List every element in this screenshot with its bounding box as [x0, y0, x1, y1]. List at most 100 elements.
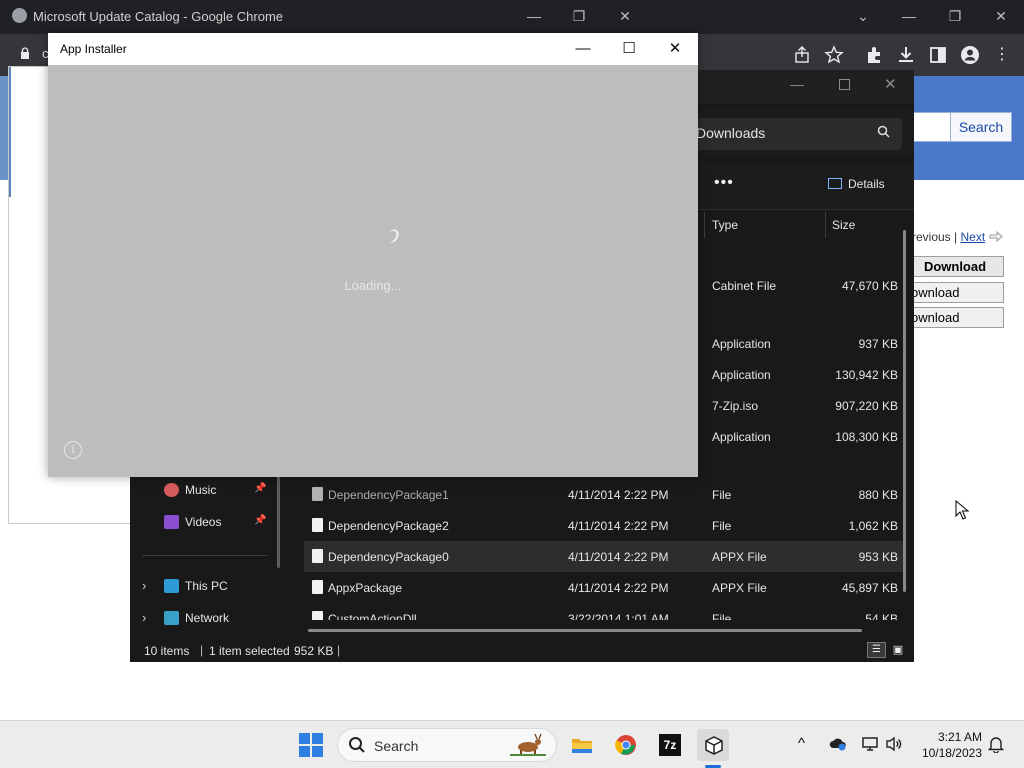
file-type: File [712, 519, 732, 533]
details-pane-icon [828, 178, 842, 189]
file-row[interactable]: DependencyPackage2 4/11/2014 2:22 PM Fil… [304, 510, 904, 541]
show-hidden-icons-chevron-icon[interactable]: ^ [798, 735, 805, 752]
file-size: 54 KB [865, 612, 898, 620]
search-icon [877, 125, 890, 138]
file-size: 108,300 KB [835, 430, 898, 444]
file-row[interactable]: CustomActionDll 3/22/2014 1:01 AM File 5… [304, 603, 904, 620]
next-arrow-icon[interactable] [989, 230, 1003, 243]
file-type: Application [712, 337, 771, 351]
pin-icon: 📌 [254, 483, 267, 494]
file-date: 4/11/2014 2:22 PM [568, 519, 669, 533]
file-type: APPX File [712, 550, 767, 564]
nav-item-label: This PC [185, 579, 228, 593]
app-installer-titlebar: App Installer — ☐ ✕ [48, 33, 698, 65]
expand-chevron-icon[interactable]: › [142, 578, 146, 593]
status-selection: 1 item selected [209, 644, 290, 658]
taskbar-file-explorer[interactable] [565, 729, 597, 761]
details-pane-button[interactable]: Details [828, 177, 885, 191]
mouse-cursor-icon [955, 500, 969, 520]
file-date: 4/11/2014 2:22 PM [568, 581, 669, 595]
lock-icon [21, 47, 29, 59]
explorer-maximize-button[interactable] [839, 79, 850, 90]
file-name: CustomActionDll [328, 612, 417, 620]
share-icon[interactable] [791, 44, 813, 66]
profile-avatar-icon[interactable] [959, 44, 981, 66]
chrome-icon [615, 735, 636, 755]
column-header-type[interactable]: Type [712, 218, 738, 232]
page-left-edge [0, 76, 8, 180]
bookmark-star-icon[interactable] [823, 44, 845, 66]
chrome-minimize-button-right[interactable]: — [895, 4, 923, 28]
status-divider: | [337, 643, 341, 657]
file-type: 7-Zip.iso [712, 399, 759, 413]
taskbar-chrome[interactable] [609, 729, 641, 761]
chrome-restore-button[interactable]: ❐ [565, 4, 593, 28]
horizontal-scrollbar[interactable] [308, 629, 862, 632]
download-button[interactable]: ownload [906, 282, 1004, 303]
details-pane-label: Details [848, 177, 885, 191]
explorer-search-box[interactable]: Downloads [696, 118, 902, 150]
taskbar-7zip[interactable]: 7z [653, 729, 685, 761]
tab-search-button[interactable]: ⌄ [849, 4, 877, 28]
status-selection-size: 952 KB [294, 644, 334, 658]
details-view-icon[interactable]: ☰ [867, 642, 886, 658]
extensions-icon[interactable] [863, 44, 885, 66]
start-button[interactable] [299, 733, 323, 757]
file-row-selected[interactable]: DependencyPackage0 4/11/2014 2:22 PM APP… [304, 541, 904, 572]
side-panel-icon[interactable] [927, 44, 949, 66]
large-icons-view-icon[interactable]: ▣ [890, 642, 906, 658]
installer-maximize-button[interactable]: ☐ [614, 37, 644, 61]
file-size: 937 KB [858, 337, 898, 351]
file-size: 45,897 KB [841, 581, 898, 595]
vertical-scrollbar[interactable] [903, 230, 906, 592]
chrome-close-button-right[interactable]: ✕ [987, 4, 1015, 28]
explorer-minimize-button[interactable]: — [790, 76, 804, 92]
file-row[interactable]: DependencyPackage1 4/11/2014 2:22 PM Fil… [304, 479, 904, 510]
volume-icon[interactable] [885, 735, 903, 753]
music-icon [164, 483, 179, 497]
chrome-close-button[interactable]: ✕ [611, 4, 639, 28]
column-header-size[interactable]: Size [832, 218, 855, 232]
file-type: File [712, 488, 732, 502]
taskbar-search-box[interactable]: Search [337, 728, 557, 762]
nav-item-network[interactable]: › Network [130, 608, 280, 630]
chrome-minimize-button[interactable]: — [520, 4, 548, 28]
download-column-header: Download [906, 256, 1004, 277]
pager-previous[interactable]: revious | [912, 230, 957, 244]
network-status-icon[interactable] [861, 735, 879, 753]
taskbar-app-installer[interactable] [697, 729, 729, 761]
file-icon [312, 549, 323, 563]
taskbar-clock[interactable]: 3:21 AM 10/18/2023 [916, 729, 982, 761]
more-options-button[interactable]: ••• [714, 174, 734, 192]
status-bar: 10 items | 1 item selected 952 KB | ☰ ▣ [130, 638, 914, 662]
windows-logo-icon [299, 733, 310, 744]
file-size: 880 KB [858, 488, 898, 502]
downloads-icon[interactable] [895, 44, 917, 66]
pager-next-link[interactable]: Next [960, 230, 985, 244]
chrome-restore-button-right[interactable]: ❐ [941, 4, 969, 28]
download-button[interactable]: ownload [906, 307, 1004, 328]
nav-item-this-pc[interactable]: › This PC [130, 576, 280, 598]
file-row[interactable]: AppxPackage 4/11/2014 2:22 PM APPX File … [304, 572, 904, 603]
file-icon [312, 487, 323, 501]
installer-minimize-button[interactable]: — [568, 37, 598, 61]
info-icon[interactable]: i [64, 441, 82, 459]
column-divider[interactable] [825, 212, 826, 238]
onedrive-icon[interactable] [829, 736, 847, 752]
nav-item-music[interactable]: Music 📌 [130, 480, 280, 502]
chrome-menu-icon[interactable]: ⋮ [991, 44, 1013, 66]
installer-close-button[interactable]: ✕ [660, 37, 690, 61]
file-type: Cabinet File [712, 279, 777, 293]
notification-bell-icon[interactable] [988, 735, 1004, 753]
app-installer-window: App Installer — ☐ ✕ Loading... i [48, 33, 698, 477]
loading-spinner-icon [385, 227, 401, 245]
explorer-close-button[interactable]: ✕ [884, 75, 897, 93]
search-highlight-deer-icon [510, 733, 546, 756]
catalog-search-input[interactable] [908, 112, 952, 142]
expand-chevron-icon[interactable]: › [142, 610, 146, 625]
column-divider[interactable] [704, 212, 705, 238]
nav-divider [142, 555, 268, 556]
column-headers: Type Size [704, 210, 914, 242]
catalog-search-button[interactable]: Search [950, 112, 1012, 142]
nav-item-videos[interactable]: Videos 📌 [130, 512, 280, 534]
